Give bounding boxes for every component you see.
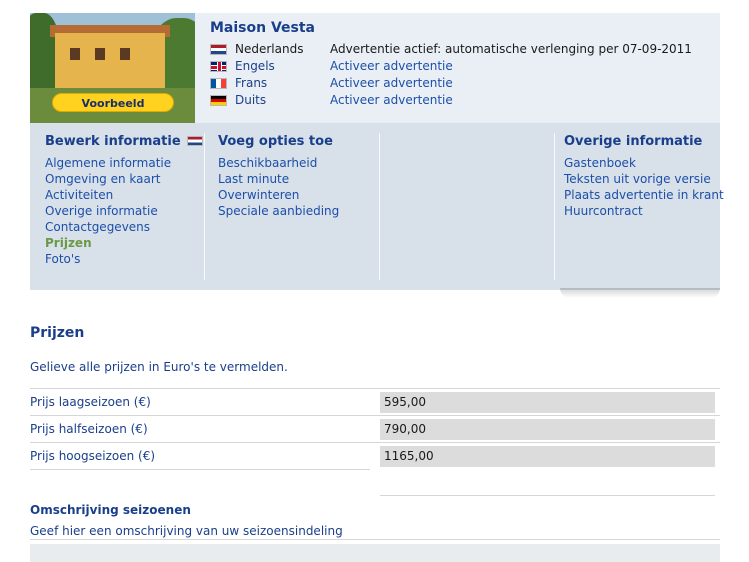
add-options-heading: Voeg opties toe	[218, 134, 333, 149]
column-divider	[204, 133, 205, 280]
language-row-de: Duits Activeer advertentie	[210, 92, 710, 109]
price-row-mid: Prijs halfseizoen (€)	[30, 415, 720, 442]
other-info-heading: Overige informatie	[564, 134, 703, 149]
menu-item-contact[interactable]: Contactgegevens	[45, 219, 201, 235]
language-name: Nederlands	[235, 42, 304, 56]
menu-item-general-info[interactable]: Algemene informatie	[45, 155, 201, 171]
menu-item-newspaper-ad[interactable]: Plaats advertentie in krant	[564, 187, 724, 203]
edit-info-column: Bewerk informatie Algemene informatie Om…	[45, 133, 204, 267]
price-low-input[interactable]	[380, 392, 715, 413]
nl-flag-icon	[187, 136, 204, 146]
price-mid-input[interactable]	[380, 419, 715, 440]
prices-table: Prijs laagseizoen (€) Prijs halfseizoen …	[30, 388, 720, 469]
add-options-column: Voeg opties toe Beschikbaarheid Last min…	[218, 133, 339, 219]
de-flag-icon	[210, 95, 227, 106]
activate-ad-link-fr[interactable]: Activeer advertentie	[330, 75, 453, 92]
column-divider	[379, 133, 380, 280]
language-row-en: Engels Activeer advertentie	[210, 58, 710, 75]
menu-item-old-texts[interactable]: Teksten uit vorige versie	[564, 171, 724, 187]
language-row-fr: Frans Activeer advertentie	[210, 75, 710, 92]
property-photo: Voorbeeld	[30, 13, 195, 123]
gb-flag-icon	[210, 61, 227, 72]
language-name: Duits	[235, 93, 267, 107]
menu-item-photos[interactable]: Foto's	[45, 251, 201, 267]
row-divider	[380, 495, 715, 496]
edit-menu-panel: Bewerk informatie Algemene informatie Om…	[30, 123, 724, 290]
price-row-high: Prijs hoogseizoen (€)	[30, 442, 720, 469]
menu-item-availability[interactable]: Beschikbaarheid	[218, 155, 339, 171]
fr-flag-icon	[210, 78, 227, 89]
prices-title: Prijzen	[30, 325, 85, 341]
menu-item-guestbook[interactable]: Gastenboek	[564, 155, 724, 171]
row-divider	[30, 539, 720, 540]
language-name: Engels	[235, 59, 275, 73]
preview-button[interactable]: Voorbeeld	[52, 93, 174, 112]
row-divider	[30, 469, 370, 470]
nl-flag-icon	[210, 44, 227, 55]
activate-ad-link-de[interactable]: Activeer advertentie	[330, 92, 453, 109]
seasons-title: Omschrijving seizoenen	[30, 503, 191, 517]
panel-shadow	[560, 288, 720, 298]
edit-info-heading: Bewerk informatie	[45, 133, 204, 155]
menu-item-surroundings-map[interactable]: Omgeving en kaart	[45, 171, 201, 187]
menu-item-rental-contract[interactable]: Huurcontract	[564, 203, 724, 219]
menu-item-wintering[interactable]: Overwinteren	[218, 187, 339, 203]
prices-intro: Gelieve alle prijzen in Euro's te vermel…	[30, 360, 288, 374]
price-label: Prijs halfseizoen (€)	[30, 422, 148, 436]
language-status: Advertentie actief: automatische verleng…	[330, 42, 692, 56]
listing-title: Maison Vesta	[210, 20, 316, 36]
menu-item-activities[interactable]: Activiteiten	[45, 187, 201, 203]
column-divider	[554, 133, 555, 280]
seasons-description-textarea[interactable]	[30, 544, 720, 562]
seasons-help: Geef hier een omschrijving van uw seizoe…	[30, 524, 343, 538]
price-label: Prijs laagseizoen (€)	[30, 395, 151, 409]
price-label: Prijs hoogseizoen (€)	[30, 449, 156, 463]
price-row-low: Prijs laagseizoen (€)	[30, 388, 720, 415]
activate-ad-link-en[interactable]: Activeer advertentie	[330, 58, 453, 75]
listing-header: Voorbeeld Maison Vesta Nederlands Advert…	[30, 13, 720, 123]
menu-item-special-offer[interactable]: Speciale aanbieding	[218, 203, 339, 219]
price-high-input[interactable]	[380, 446, 715, 467]
menu-item-prices[interactable]: Prijzen	[45, 235, 201, 251]
other-info-column: Overige informatie Gastenboek Teksten ui…	[564, 133, 724, 219]
menu-item-other-info[interactable]: Overige informatie	[45, 203, 201, 219]
menu-item-last-minute[interactable]: Last minute	[218, 171, 339, 187]
language-row-nl: Nederlands Advertentie actief: automatis…	[210, 41, 710, 58]
language-name: Frans	[235, 76, 268, 90]
